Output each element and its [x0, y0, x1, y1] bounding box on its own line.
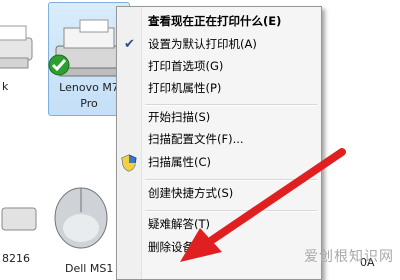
menu-item-scan-profiles[interactable]: 扫描配置文件(F)... — [148, 129, 244, 149]
menu-item-set-default[interactable]: 设置为默认打印机(A) — [148, 34, 257, 54]
menu-item-start-scan[interactable]: 开始扫描(S) — [148, 107, 210, 127]
menu-item-remove-device[interactable]: 删除设备(V) — [148, 237, 211, 257]
menu-item-create-shortcut[interactable]: 创建快捷方式(S) — [148, 183, 233, 203]
menu-separator — [145, 104, 317, 106]
menu-item-printer-properties[interactable]: 打印机属性(P) — [148, 78, 221, 98]
menu-item-see-printing[interactable]: 查看现在正在打印什么(E) — [148, 11, 281, 31]
device-tile-lenovo-printer[interactable]: Lenovo M7 Pro — [0, 0, 130, 120]
device-icon — [1, 207, 37, 231]
menu-item-print-preferences[interactable]: 打印首选项(G) — [148, 56, 223, 76]
device-tile-dell-mouse[interactable]: Dell MS1 — [40, 180, 120, 275]
device-label: 8216 — [2, 252, 30, 265]
checkmark-icon: ✔ — [124, 37, 135, 52]
watermark: 爱创根知识网 — [304, 249, 394, 265]
device-label: Dell MS1 — [65, 262, 114, 275]
mouse-icon — [54, 187, 108, 249]
context-menu: 查看现在正在打印什么(E) 设置为默认打印机(A) ✔ 打印首选项(G) 打印机… — [116, 6, 322, 280]
menu-separator — [145, 179, 317, 181]
default-printer-check-icon — [48, 54, 70, 76]
menu-separator — [145, 210, 317, 212]
menu-item-troubleshoot[interactable]: 疑难解答(T) — [148, 214, 210, 234]
menu-item-scan-properties[interactable]: 扫描属性(C) — [148, 152, 211, 172]
uac-shield-icon — [121, 154, 137, 172]
device-tile-bottom-left[interactable]: 8216 — [0, 190, 44, 270]
